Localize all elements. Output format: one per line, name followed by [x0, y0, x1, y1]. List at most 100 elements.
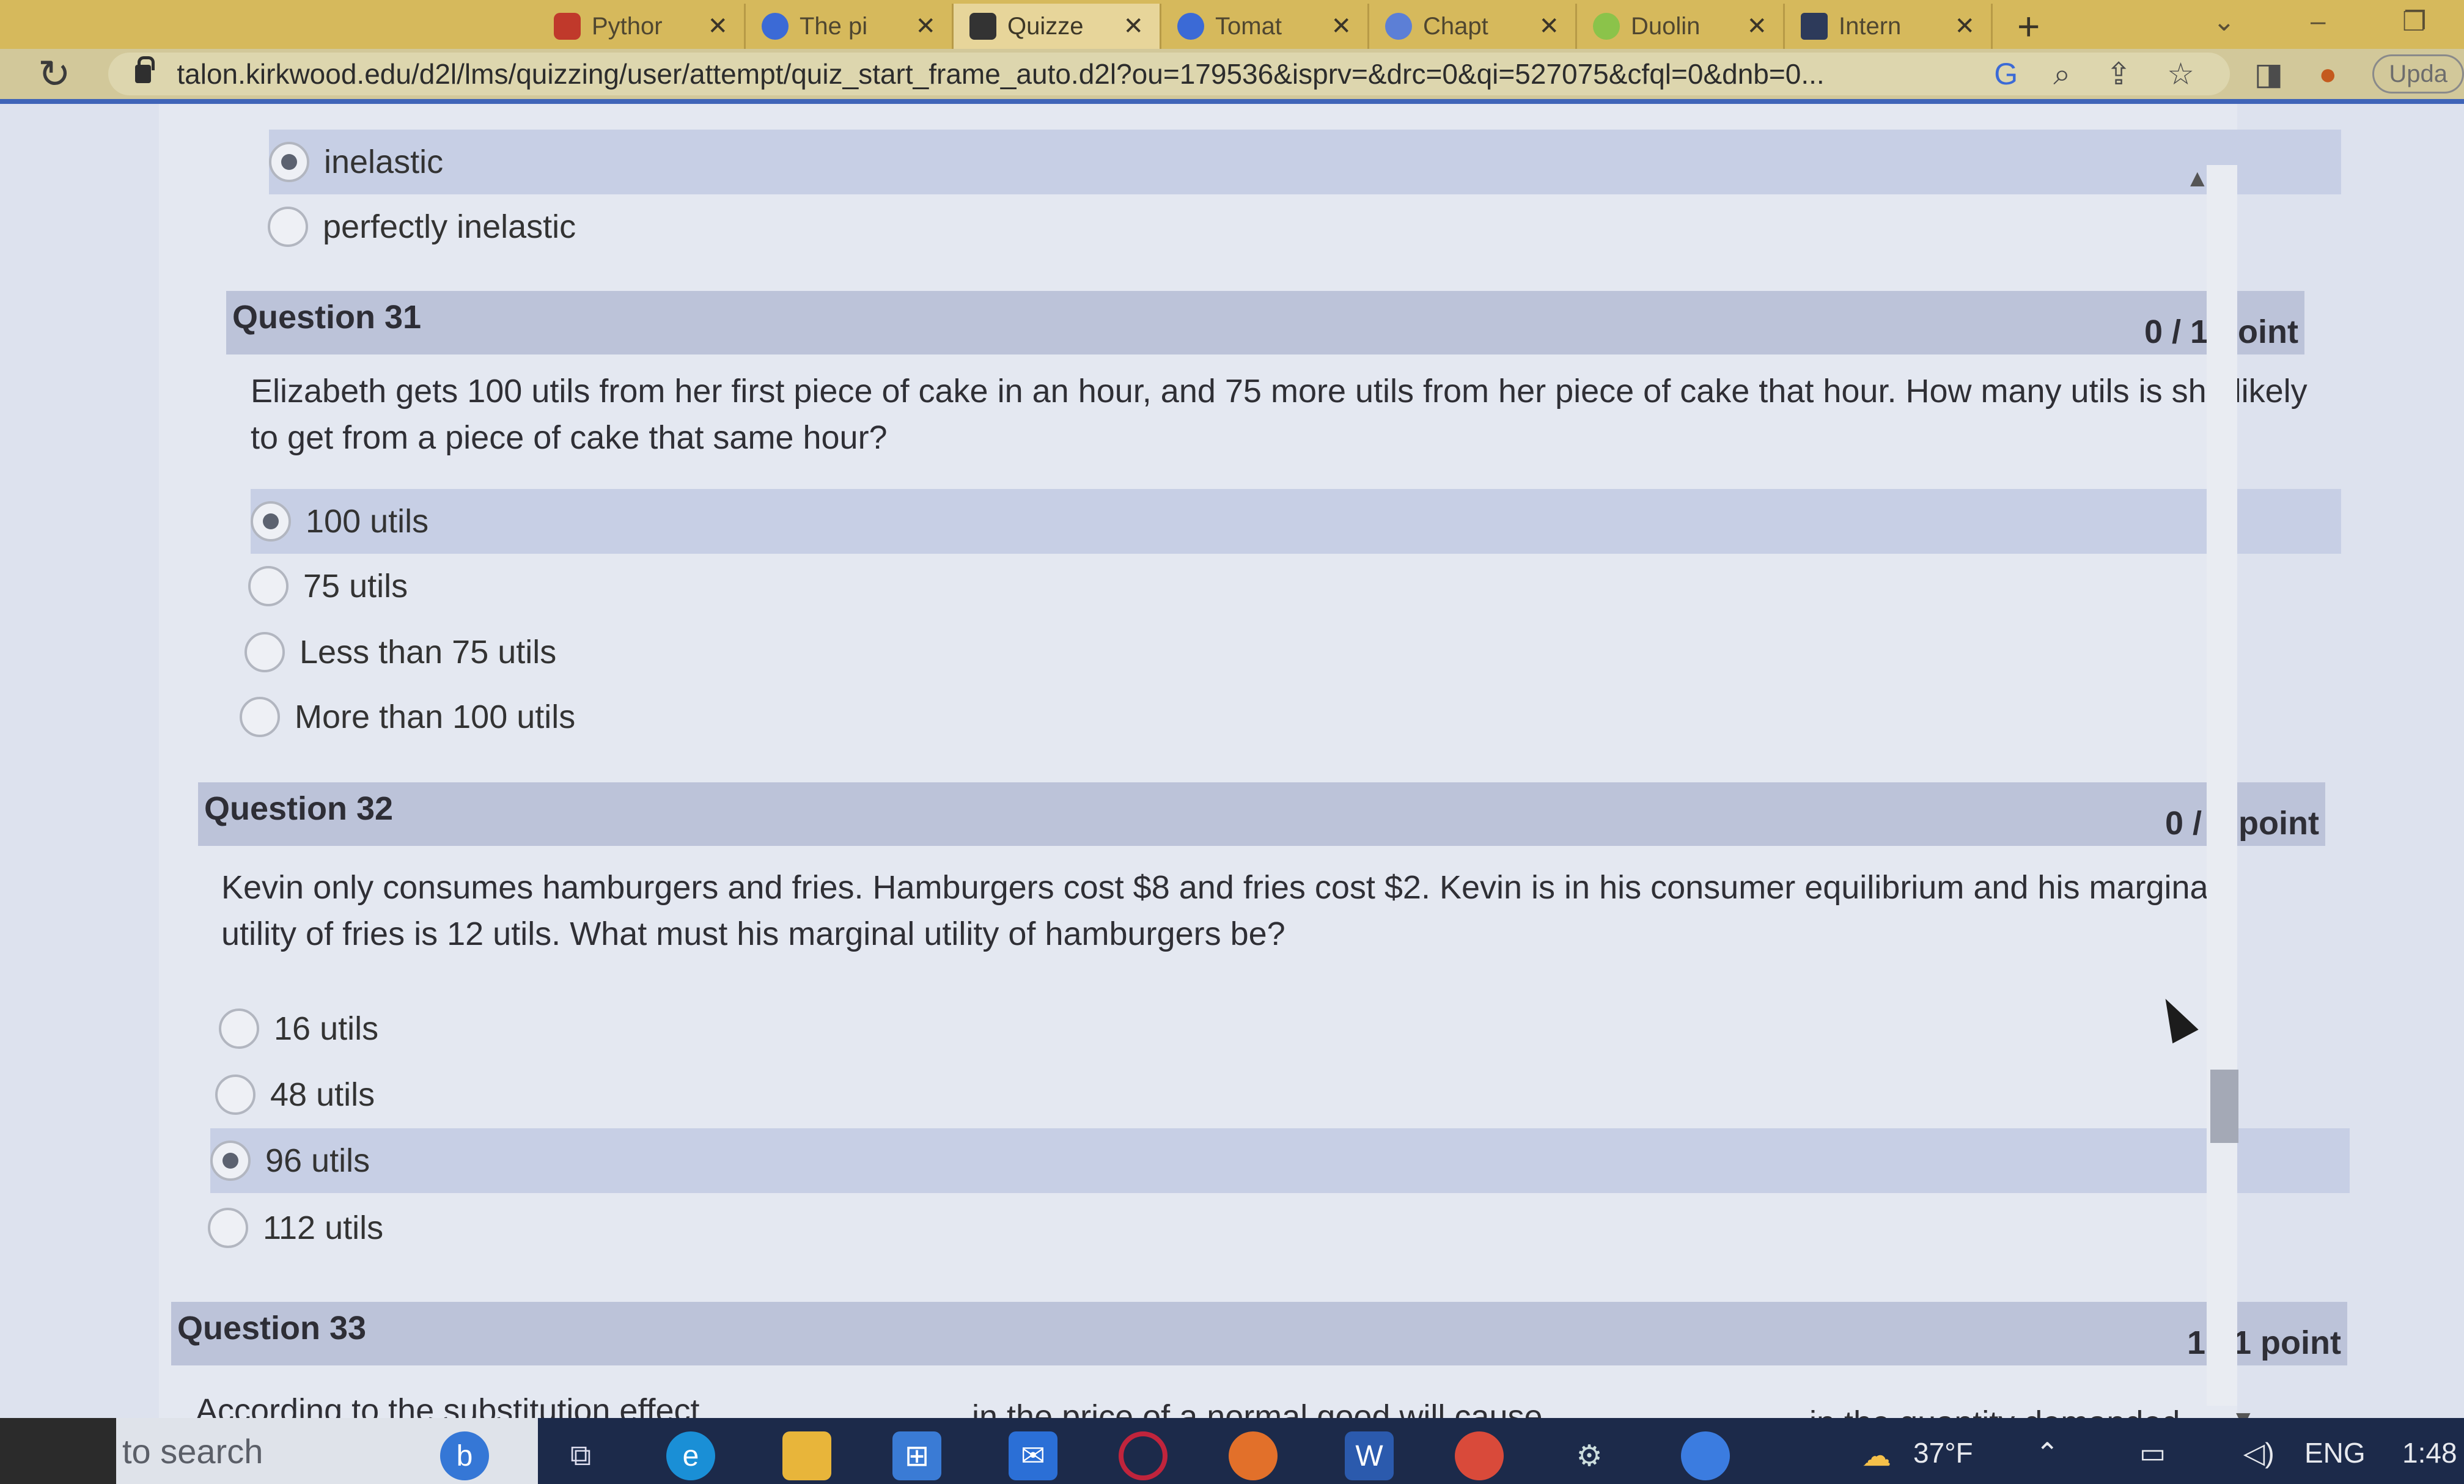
file-explorer-icon[interactable] [782, 1431, 831, 1480]
tray-volume-icon[interactable]: ◁) [2243, 1436, 2275, 1469]
radio-button[interactable] [248, 566, 289, 606]
radio-button[interactable] [219, 1008, 259, 1049]
tab-title: Pythor [592, 12, 663, 40]
google-icon [1177, 13, 1204, 40]
signal-icon[interactable] [1681, 1431, 1730, 1480]
quiz-panel: inelastic perfectly inelastic Question 3… [159, 104, 2350, 1418]
radio-button[interactable] [269, 142, 309, 182]
steam-icon[interactable]: ⚙ [1565, 1431, 1614, 1480]
answer-option[interactable]: 48 utils [215, 1062, 2324, 1127]
duolingo-icon [1593, 13, 1620, 40]
close-icon[interactable]: ✕ [1123, 12, 1144, 40]
answer-option[interactable]: More than 100 utils [240, 685, 2330, 749]
scroll-up-arrow-icon[interactable]: ▲ [2185, 165, 2210, 193]
radio-button[interactable] [251, 501, 291, 542]
zoom-icon[interactable]: ⌕ [2053, 56, 2070, 92]
google-icon [762, 13, 789, 40]
browser-tab[interactable]: Tomat ✕ [1161, 4, 1369, 49]
task-view-icon[interactable]: ⧉ [556, 1431, 605, 1480]
mail-icon[interactable]: ✉ [1009, 1431, 1057, 1480]
option-label: inelastic [324, 144, 444, 180]
profile-avatar[interactable]: ● [2319, 56, 2337, 92]
question-header: Question 31 0 / 1 point [226, 291, 2304, 354]
radio-button[interactable] [208, 1208, 248, 1248]
bing-icon[interactable]: b [440, 1431, 489, 1480]
answer-option[interactable]: 96 utils [210, 1128, 2350, 1193]
radio-button[interactable] [268, 207, 308, 247]
scroll-down-arrow-icon[interactable]: ▼ [2231, 1406, 2256, 1418]
radio-button[interactable] [215, 1074, 256, 1115]
answer-option[interactable]: 75 utils [248, 554, 2339, 619]
browser-tab[interactable]: Chapt ✕ [1369, 4, 1577, 49]
clock-time[interactable]: 1:48 [2402, 1436, 2457, 1469]
answer-option[interactable]: inelastic [269, 130, 2341, 194]
address-bar[interactable]: talon.kirkwood.edu/d2l/lms/quizzing/user… [108, 53, 2230, 95]
tab-title: Tomat [1215, 12, 1282, 40]
answer-option[interactable]: Less than 75 utils [245, 620, 2335, 685]
share-icon[interactable]: ⇪ [2106, 56, 2131, 92]
question-header: Question 33 1 / 1 point [171, 1302, 2347, 1365]
radio-button[interactable] [210, 1141, 251, 1181]
radio-button[interactable] [240, 697, 280, 737]
browser-toolbar: ↻ talon.kirkwood.edu/d2l/lms/quizzing/us… [0, 49, 2464, 99]
answer-option[interactable]: perfectly inelastic [268, 194, 2340, 259]
question-text-fragment: in the price of a normal good will cause [972, 1398, 1543, 1418]
browser-tab[interactable]: Intern ✕ [1785, 4, 1993, 49]
browser-tab[interactable]: The pi ✕ [746, 4, 954, 49]
side-panel-icon[interactable]: ◨ [2254, 56, 2283, 92]
google-lens-icon[interactable]: G [1994, 56, 2018, 92]
question-text: Elizabeth gets 100 utils from her first … [251, 373, 2308, 456]
tab-search-icon[interactable]: ⌄ [2213, 6, 2235, 37]
option-label: More than 100 utils [295, 699, 576, 735]
browser-tab-active[interactable]: Quizze ✕ [954, 4, 1161, 49]
tray-network-icon[interactable]: ▭ [2139, 1436, 2166, 1469]
answer-option[interactable]: 112 utils [208, 1196, 2317, 1260]
youtube-icon [554, 13, 581, 40]
close-icon[interactable]: ✕ [915, 12, 936, 40]
answer-option[interactable]: 100 utils [251, 489, 2341, 554]
question-title: Question 32 [204, 790, 394, 827]
word-icon[interactable]: W [1345, 1431, 1394, 1480]
start-area[interactable] [0, 1418, 116, 1484]
lock-icon [135, 56, 155, 83]
new-tab-button[interactable]: + [2017, 4, 2040, 49]
chrome-icon[interactable] [1455, 1431, 1504, 1480]
tray-chevron-icon[interactable]: ⌃ [2036, 1436, 2059, 1469]
language-indicator[interactable]: ENG [2304, 1436, 2366, 1469]
close-icon[interactable]: ✕ [707, 12, 728, 40]
toolbar-divider [0, 99, 2464, 104]
close-icon[interactable]: ✕ [1331, 12, 1352, 40]
question-header: Question 32 0 / 1 point [198, 782, 2325, 846]
edge-icon[interactable]: e [666, 1431, 715, 1480]
opera-icon[interactable] [1119, 1431, 1168, 1480]
minimize-icon[interactable]: – [2311, 6, 2325, 37]
close-icon[interactable]: ✕ [1746, 12, 1767, 40]
close-icon[interactable]: ✕ [1954, 12, 1975, 40]
question-text: Kevin only consumes hamburgers and fries… [221, 869, 2216, 952]
option-label: 100 utils [306, 503, 429, 540]
page-scrollbar[interactable] [2207, 165, 2238, 1406]
update-button[interactable]: Upda [2372, 54, 2464, 94]
scrollbar-thumb[interactable] [2210, 1070, 2238, 1143]
tab-title: Chapt [1423, 12, 1488, 40]
weather-temperature: 37°F [1913, 1437, 1973, 1469]
microsoft-store-icon[interactable]: ⊞ [892, 1431, 941, 1480]
radio-button[interactable] [245, 632, 285, 672]
quizlet-icon [1385, 13, 1412, 40]
question-title: Question 31 [232, 299, 422, 336]
restore-icon[interactable]: ❐ [2402, 6, 2426, 37]
reload-icon[interactable]: ↻ [38, 51, 84, 97]
udemy-icon [1801, 13, 1828, 40]
browser-tab[interactable]: Duolin ✕ [1577, 4, 1785, 49]
question-text-fragment: in the quantity demanded [1809, 1400, 2180, 1418]
option-label: 96 utils [265, 1142, 370, 1179]
bookmark-star-icon[interactable]: ☆ [2167, 56, 2194, 92]
close-icon[interactable]: ✕ [1539, 12, 1559, 40]
browser-tab[interactable]: Pythor ✕ [538, 4, 746, 49]
firefox-icon[interactable] [1229, 1431, 1278, 1480]
windows-taskbar: to search b ⧉ e ⊞ ✉ W ⚙ ☁ 37°F ⌃ ▭ ◁) EN… [0, 1418, 2464, 1484]
search-placeholder: to search [122, 1431, 263, 1471]
tab-title: Quizze [1007, 12, 1084, 40]
answer-option[interactable]: 16 utils [219, 996, 2328, 1061]
option-label: Less than 75 utils [300, 634, 557, 670]
